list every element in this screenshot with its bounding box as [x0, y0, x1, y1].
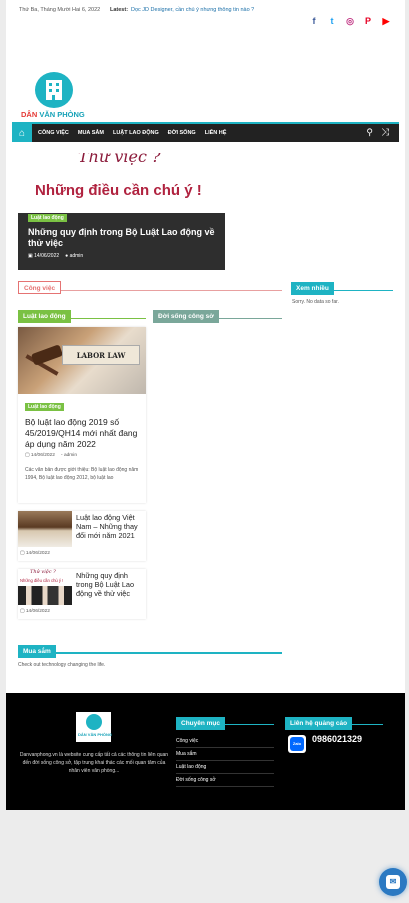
gavel-icon	[30, 344, 64, 366]
footer-link[interactable]: Mua sắm	[176, 748, 274, 761]
featured-image[interactable]: LABOR LAW	[18, 327, 146, 394]
hero-image-text-2: Những điều cần chú ý !	[35, 182, 202, 199]
user-icon: ● admin	[65, 253, 84, 259]
category-tag[interactable]: Luật lao động	[28, 214, 67, 222]
post-title[interactable]: Những quy định trong Bộ Luật Lao động về…	[76, 571, 142, 598]
section-header-cong-viec: Công việc	[18, 277, 282, 294]
footer-header-lien-he: Liên hệ quảng cáo	[285, 712, 383, 730]
hero-title[interactable]: Những quy định trong Bộ Luật Lao động về…	[28, 227, 218, 249]
hero-post[interactable]: Thử việc ? Những điều cần chú ý ! Luật l…	[18, 153, 225, 270]
section-header-mua-sam: Mua sắm	[18, 640, 282, 658]
section-header-luat-lao-dong: Luật lao động	[18, 305, 146, 323]
footer-category-list: Công việc Mua sắm Luật lao động Đời sống…	[176, 735, 274, 787]
hero-meta: ▣ 14/06/2022 ● admin	[28, 253, 83, 259]
section-header-doi-song: Đời sống công sở	[153, 305, 282, 323]
main-nav: ⌂ CÔNG VIỆC MUA SẮM LUẬT LAO ĐỘNG ĐỜI SỐ…	[12, 122, 399, 142]
chat-icon: ✉	[386, 875, 400, 889]
latest-news-link[interactable]: Dọc JD Designer, cần chú ý nhưng thông t…	[131, 7, 254, 13]
section-header-xem-nhieu: Xem nhiều	[291, 277, 393, 295]
nav-item-luat-lao-dong[interactable]: LUẬT LAO ĐỘNG	[113, 130, 159, 136]
mua-sam-text: Check out technology changing the life.	[18, 662, 106, 668]
nav-item-lien-he[interactable]: LIÊN HỆ	[205, 130, 227, 136]
footer-description: Danvanphong.vn là website cung cấp tất c…	[19, 752, 169, 774]
contact-phone[interactable]: 0986021329	[312, 734, 362, 744]
calendar-icon: ▢ 14/06/2022	[20, 551, 50, 556]
shuffle-icon[interactable]: ⤨	[381, 127, 389, 138]
post-thumbnail[interactable]	[18, 511, 72, 547]
post-meta: ▢ 14/06/2022	[20, 609, 50, 614]
featured-title[interactable]: Bộ luật lao động 2019 số 45/2019/QH14 mớ…	[25, 417, 143, 450]
featured-meta: ▢ 14/06/2022 ◦ admin	[25, 453, 77, 458]
category-tag[interactable]: Luật lao động	[25, 403, 64, 411]
footer-link[interactable]: Đời sống công sở	[176, 774, 274, 787]
featured-excerpt: Các văn bản được giới thiệu: Bộ luật lao…	[25, 467, 139, 481]
footer-link[interactable]: Luật lao động	[176, 761, 274, 774]
footer-header-chuyen-muc: Chuyên mục	[176, 712, 274, 730]
building-icon	[35, 72, 73, 108]
site-logo[interactable]: DÂN VĂN PHÒNG	[21, 70, 89, 120]
calendar-icon: ▢ 14/06/2022	[25, 453, 55, 458]
labor-law-book: LABOR LAW	[62, 345, 140, 365]
home-icon[interactable]: ⌂	[12, 124, 32, 142]
hero-image-text-1: Thử việc ?	[78, 153, 161, 166]
current-date: Thứ Ba, Tháng Mười Hai 6, 2022	[19, 7, 101, 13]
zalo-icon[interactable]: Zalo	[288, 735, 306, 753]
nav-item-cong-viec[interactable]: CÔNG VIỆC	[38, 130, 69, 136]
search-icon[interactable]: ⚲	[366, 127, 373, 138]
chat-button[interactable]: ✉	[379, 868, 407, 896]
post-meta: ▢ 14/06/2022	[20, 551, 50, 556]
post-thumbnail[interactable]: Thử việc ? Những điều cần chú ý !	[18, 569, 72, 605]
latest-label: Latest:	[110, 7, 129, 13]
nav-item-mua-sam[interactable]: MUA SẮM	[78, 130, 104, 136]
featured-post[interactable]: LABOR LAW Luật lao động Bộ luật lao động…	[18, 327, 146, 503]
list-item[interactable]: Luật lao động Việt Nam – Những thay đổi …	[18, 511, 146, 561]
nav-item-doi-song[interactable]: ĐỜI SỐNG	[168, 130, 196, 136]
site-footer: DÂN VĂN PHÒNG Danvanphong.vn là website …	[6, 693, 405, 810]
footer-link[interactable]: Công việc	[176, 735, 274, 748]
calendar-icon: ▣ 14/06/2022	[28, 253, 60, 259]
site-header: DÂN VĂN PHÒNG	[6, 20, 405, 122]
footer-logo[interactable]: DÂN VĂN PHÒNG	[76, 712, 112, 742]
calendar-icon: ▢ 14/06/2022	[20, 609, 50, 614]
logo-text: DÂN VĂN PHÒNG	[21, 110, 85, 119]
post-title[interactable]: Luật lao động Việt Nam – Những thay đổi …	[76, 513, 142, 540]
user-icon: ◦ admin	[60, 453, 78, 458]
xem-nhieu-empty: Sorry. No data so far.	[292, 299, 339, 305]
list-item[interactable]: Thử việc ? Những điều cần chú ý ! Những …	[18, 569, 146, 619]
